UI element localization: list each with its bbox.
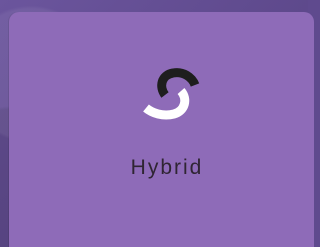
hybrid-swirl-icon [140,65,208,127]
card-label: Hybrid [130,156,204,179]
hybrid-option-card[interactable]: Hybrid [9,12,314,247]
